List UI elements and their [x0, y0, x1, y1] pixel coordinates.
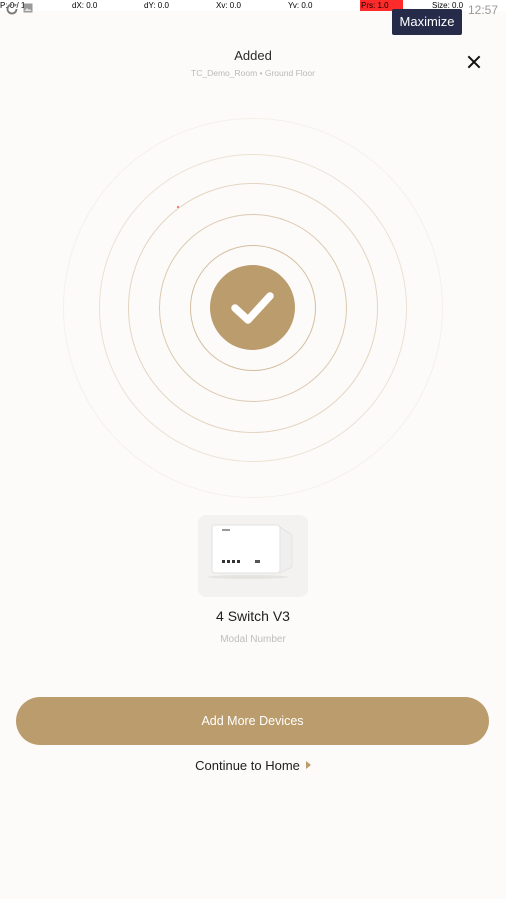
room-location-subtitle: TC_Demo_Room • Ground Floor — [191, 68, 315, 78]
device-name: 4 Switch V3 — [216, 608, 290, 624]
device-image-card — [198, 515, 308, 597]
checkmark-icon — [231, 292, 274, 324]
page-title: Added — [234, 48, 272, 63]
switch-module-image — [208, 524, 293, 579]
close-icon[interactable] — [464, 52, 484, 72]
status-icons — [6, 3, 34, 15]
sync-icon — [6, 3, 18, 15]
continue-to-home-link[interactable]: Continue to Home — [0, 758, 506, 773]
continue-to-home-label: Continue to Home — [195, 758, 300, 773]
overlay-dy: dY: 0.0 — [144, 1, 169, 10]
add-more-devices-button[interactable]: Add More Devices — [16, 697, 489, 745]
overlay-yv: Yv: 0.0 — [288, 1, 313, 10]
overlay-dx: dX: 0.0 — [72, 1, 98, 10]
chevron-right-icon — [305, 761, 311, 769]
device-model-number: Modal Number — [220, 634, 286, 645]
success-badge — [210, 265, 295, 350]
status-time: 12:57 — [467, 3, 498, 17]
maximize-tooltip: Maximize — [392, 9, 462, 35]
overlay-xv: Xv: 0.0 — [216, 1, 241, 10]
image-icon — [23, 3, 34, 14]
stray-dot — [177, 206, 179, 208]
